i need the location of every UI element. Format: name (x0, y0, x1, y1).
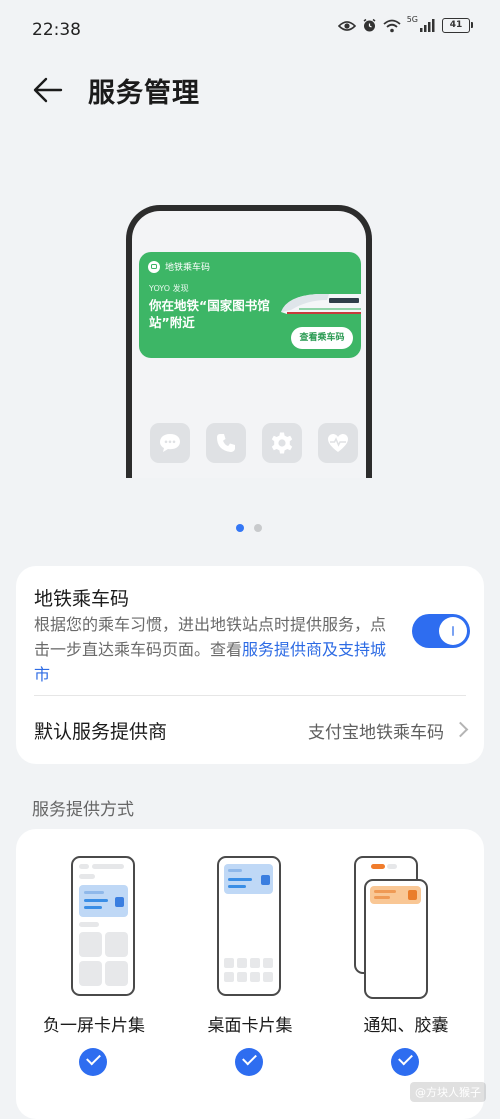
method-checkbox[interactable] (79, 1048, 107, 1076)
back-button[interactable] (30, 72, 66, 108)
method-negative-one-screen[interactable]: 负一屏卡片集 (16, 829, 172, 1089)
train-icon (281, 294, 361, 314)
section-title: 服务提供方式 (32, 800, 134, 820)
network-tag: 5G (406, 15, 418, 24)
alarm-icon (363, 18, 376, 32)
default-provider-row[interactable]: 默认服务提供商 支付宝地铁乘车码 (16, 696, 484, 764)
preview-app-row (150, 423, 358, 463)
toggle-knob (439, 617, 467, 645)
preview-pager (236, 524, 262, 532)
message-icon (150, 423, 190, 463)
eye-icon (337, 20, 356, 31)
metro-setting-card: 地铁乘车码 根据您的乘车习惯，进出地铁站点时提供服务，点击一步直达乘车码页面。查… (16, 566, 484, 764)
preview-card-subtitle: YOYO 发现 (149, 284, 189, 293)
method-checkbox[interactable] (235, 1048, 263, 1076)
service-methods-card: 负一屏卡片集 桌面卡片集 通知、胶囊 (16, 829, 484, 1119)
method-notification-capsule[interactable]: 通知、胶囊 (328, 829, 484, 1089)
metro-setting-toggle[interactable] (412, 614, 470, 648)
preview-mask (120, 478, 380, 518)
method-desktop-card[interactable]: 桌面卡片集 (172, 829, 328, 1089)
negative-one-screen-illustration (71, 856, 135, 996)
method-checkbox[interactable] (391, 1048, 419, 1076)
wifi-icon (383, 19, 401, 32)
pager-dot[interactable] (254, 524, 262, 532)
method-label: 通知、胶囊 (363, 1016, 449, 1036)
metro-setting-description: 根据您的乘车习惯，进出地铁站点时提供服务，点击一步直达乘车码页面。查看服务提供商… (34, 612, 396, 687)
view-ride-code-button: 查看乘车码 (291, 327, 353, 349)
desktop-card-illustration (217, 856, 281, 996)
method-label: 负一屏卡片集 (43, 1016, 145, 1036)
health-icon (318, 423, 358, 463)
pager-dot-active[interactable] (236, 524, 244, 532)
default-provider-value: 支付宝地铁乘车码 (308, 723, 444, 743)
settings-icon (262, 423, 302, 463)
phone-icon (206, 423, 246, 463)
arrow-left-icon (33, 77, 63, 103)
default-provider-label: 默认服务提供商 (34, 721, 168, 743)
notification-capsule-illustration (364, 879, 428, 999)
watermark: @方块人猴子 (410, 1082, 486, 1102)
signal-icon (420, 19, 435, 32)
metro-icon (148, 261, 160, 273)
metro-setting-title: 地铁乘车码 (34, 588, 130, 610)
preview-card-title: 地铁乘车码 (165, 263, 211, 273)
chevron-right-icon (452, 721, 469, 738)
battery-icon: 41 (442, 18, 473, 33)
metro-preview-card: 地铁乘车码 YOYO 发现 你在地铁“国家图书馆站”附近 查看乘车码 (139, 252, 361, 358)
status-icons: 5G 41 (337, 15, 473, 33)
page-title: 服务管理 (88, 78, 200, 109)
status-time: 22:38 (32, 20, 81, 40)
method-label: 桌面卡片集 (207, 1016, 293, 1036)
